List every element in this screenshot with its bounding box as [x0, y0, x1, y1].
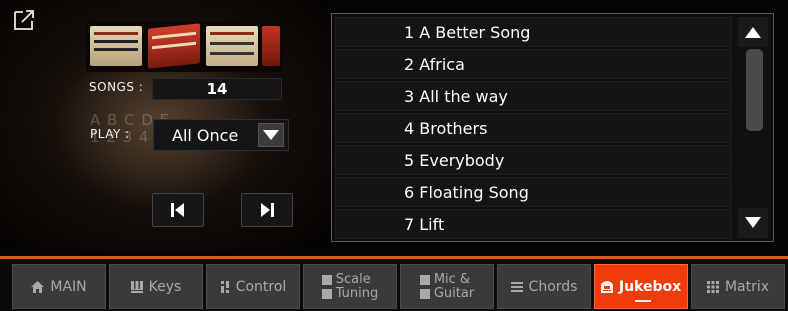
jukebox-icon — [600, 280, 613, 293]
previous-song-button[interactable] — [152, 193, 204, 227]
tuning-icon — [321, 288, 332, 299]
tab-jukebox[interactable]: Jukebox — [594, 264, 688, 309]
song-title: 3 All the way — [404, 87, 508, 106]
scroll-down-button[interactable] — [738, 208, 768, 238]
tab-label: Control — [235, 278, 287, 295]
song-title: 1 A Better Song — [404, 23, 531, 42]
tab-label: MAIN — [50, 278, 87, 295]
song-list-item[interactable]: 2 Africa — [335, 49, 732, 79]
song-list-item[interactable]: 5 Everybody — [335, 145, 732, 175]
songs-count: 14 — [152, 78, 282, 100]
song-title: 7 Lift — [404, 215, 445, 234]
tab-label-line2: Tuning — [335, 285, 379, 301]
tab-label: Scale — [335, 271, 371, 287]
tab-label: Matrix — [724, 278, 770, 295]
chords-icon — [510, 281, 523, 292]
tab-chords[interactable]: Chords — [497, 264, 591, 309]
tab-label: Chords — [528, 278, 578, 295]
mic-icon — [419, 274, 430, 285]
tab-keys[interactable]: Keys — [109, 264, 203, 309]
play-mode-select[interactable]: All Once — [153, 119, 289, 151]
tab-matrix[interactable]: Matrix — [691, 264, 785, 309]
tab-mic-guitar[interactable]: Mic & Guitar — [400, 264, 494, 309]
scroll-thumb[interactable] — [746, 49, 763, 131]
play-mode-value: All Once — [172, 126, 239, 145]
triangle-down-icon — [263, 130, 279, 140]
scroll-up-button[interactable] — [738, 17, 768, 47]
skip-next-icon — [261, 203, 274, 217]
jukebox-player-panel: SONGS : 14 A B C D E 1 2 3 4 5 6 7 PLAY … — [0, 0, 330, 250]
expand-icon[interactable] — [12, 8, 36, 32]
play-label: PLAY : — [90, 127, 130, 141]
tab-label-line2: Guitar — [433, 285, 475, 301]
song-list-item[interactable]: 3 All the way — [335, 81, 732, 111]
home-icon — [31, 280, 45, 293]
tab-control[interactable]: Control — [206, 264, 300, 309]
tab-label: Jukebox — [618, 278, 682, 295]
song-title: 5 Everybody — [404, 151, 505, 170]
scale-icon — [321, 274, 332, 285]
play-mode-dropdown-button[interactable] — [258, 123, 284, 147]
triangle-down-icon — [745, 217, 761, 228]
control-icon — [219, 280, 230, 293]
song-list-item[interactable]: 7 Lift — [335, 209, 732, 239]
skip-previous-icon — [171, 203, 184, 217]
guitar-icon — [419, 288, 430, 299]
triangle-up-icon — [745, 27, 761, 38]
song-title: 6 Floating Song — [404, 183, 529, 202]
jukebox-screen: SONGS : 14 A B C D E 1 2 3 4 5 6 7 PLAY … — [0, 0, 788, 311]
song-title: 2 Africa — [404, 55, 465, 74]
song-list-scrollbar[interactable] — [735, 17, 771, 238]
song-list: 1 A Better Song 2 Africa 3 All the way 4… — [331, 13, 774, 242]
tab-scale-tuning[interactable]: Scale Tuning — [303, 264, 397, 309]
tab-label: Mic & — [433, 271, 471, 287]
keys-icon — [130, 280, 143, 293]
jukebox-cover-image — [86, 22, 282, 72]
matrix-icon — [706, 280, 719, 293]
next-song-button[interactable] — [241, 193, 293, 227]
tab-main[interactable]: MAIN — [12, 264, 106, 309]
song-list-item[interactable]: 6 Floating Song — [335, 177, 732, 207]
bottom-nav: MAIN Keys Control Scale Tuning Mic & Gui… — [0, 259, 788, 311]
song-list-item[interactable]: 4 Brothers — [335, 113, 732, 143]
active-tab-indicator — [635, 300, 651, 302]
song-list-item[interactable]: 1 A Better Song — [335, 17, 732, 47]
tab-label: Keys — [148, 278, 182, 295]
songs-label: SONGS : — [89, 80, 144, 94]
song-title: 4 Brothers — [404, 119, 488, 138]
